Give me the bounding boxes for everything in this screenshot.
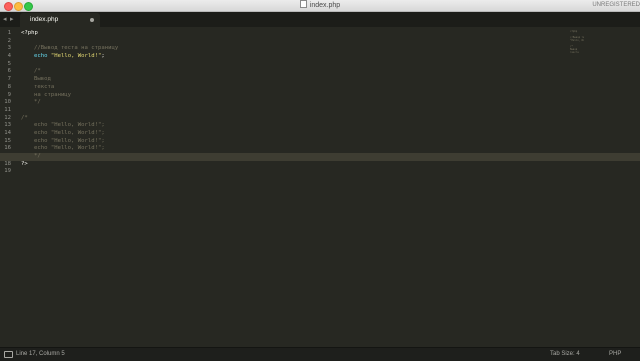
line-number: 3 xyxy=(7,45,11,52)
comment-text: Вывод xyxy=(34,76,51,83)
panel-toggle-icon[interactable] xyxy=(4,351,13,358)
comment-text: /* xyxy=(34,68,41,75)
code-line-14: echo "Hello, World!"; xyxy=(21,130,640,138)
code-line-6: /* xyxy=(21,68,640,76)
line-number: 13 xyxy=(4,122,11,129)
syntax-selector[interactable]: PHP xyxy=(609,348,621,361)
comment-text: */ xyxy=(34,153,41,159)
title-bar: index.php UNREGISTERED xyxy=(0,0,640,12)
line-number: 15 xyxy=(4,137,11,144)
comment-text: echo "Hello, World!"; xyxy=(34,129,105,136)
comment-text: echo "Hello, World!"; xyxy=(34,122,105,129)
line-number: 11 xyxy=(4,106,11,113)
code-line-12: /* xyxy=(21,115,640,123)
comment-text: //Вывод теста на страницу xyxy=(34,45,119,52)
php-close-tag: ?> xyxy=(21,160,28,167)
code-editor[interactable]: 1 2 3 4 5 6 7 8 9 10 11 12 13 14 15 16 1… xyxy=(0,27,640,347)
line-number: 4 xyxy=(7,53,11,60)
code-area[interactable]: <?php //Вывод теста на страницу echo "He… xyxy=(0,30,640,176)
comment-text: */ xyxy=(34,99,41,106)
window-title-wrap: index.php xyxy=(0,0,640,11)
comment-text: текста xyxy=(34,83,55,90)
comment-text: echo "Hello, World!"; xyxy=(34,145,105,152)
comment-text: на страницу xyxy=(34,91,72,98)
tab-index-php[interactable]: index.php xyxy=(20,13,100,27)
cursor-position: Line 17, Column 5 xyxy=(16,351,65,357)
line-number: 9 xyxy=(7,91,11,98)
comment-text: /* xyxy=(21,114,28,121)
echo-keyword: echo xyxy=(34,53,48,60)
code-line-3: //Вывод теста на страницу xyxy=(21,45,640,53)
line-number: 6 xyxy=(7,68,11,75)
code-line-4: echo "Hello, World!"; xyxy=(21,53,640,61)
code-line-13: echo "Hello, World!"; xyxy=(21,122,640,130)
line-number: 5 xyxy=(7,60,11,67)
minimap-line: "Hello, World!" xyxy=(570,39,584,42)
dirty-dot-icon[interactable] xyxy=(90,18,94,22)
line-number: 18 xyxy=(4,160,11,167)
line-number: 16 xyxy=(4,145,11,152)
tab-size-selector[interactable]: Tab Size: 4 xyxy=(550,348,580,361)
unregistered-label: UNREGISTERED xyxy=(592,2,640,8)
code-line-7: Вывод xyxy=(21,76,640,84)
code-line-9: на страницу xyxy=(21,92,640,100)
php-open-tag: <?php xyxy=(21,30,38,36)
code-line-17-current: */ xyxy=(0,153,640,161)
tab-label: index.php xyxy=(30,16,59,23)
tab-bar: ◂ ▸ index.php xyxy=(0,12,640,27)
document-icon xyxy=(299,0,307,8)
line-number: 1 xyxy=(7,30,11,36)
line-number: 8 xyxy=(7,83,11,90)
code-line-8: текста xyxy=(21,84,640,92)
line-number: 7 xyxy=(7,76,11,83)
semicolon: ; xyxy=(101,53,105,60)
code-line-10: */ xyxy=(21,99,640,107)
line-number: 19 xyxy=(4,168,11,175)
line-number: 14 xyxy=(4,129,11,136)
code-line-15: echo "Hello, World!"; xyxy=(21,138,640,146)
line-number: 2 xyxy=(7,37,11,44)
code-line-16: echo "Hello, World!"; xyxy=(21,145,640,153)
minimap-line: текста xyxy=(570,51,579,54)
minimap[interactable]: <?php //Вывод теста на страницу "Hello, … xyxy=(570,30,584,54)
string-literal: "Hello, World!" xyxy=(50,53,102,60)
window-title: index.php xyxy=(309,2,341,9)
comment-text: echo "Hello, World!"; xyxy=(34,137,105,144)
code-line-18: ?> xyxy=(21,161,640,169)
line-number: 10 xyxy=(4,99,11,106)
code-line-1: <?php xyxy=(21,30,640,38)
tab-scroll-right-icon[interactable]: ▸ xyxy=(10,14,14,25)
status-bar: Line 17, Column 5 Tab Size: 4 PHP xyxy=(0,347,640,361)
tab-scroll-left-icon[interactable]: ◂ xyxy=(3,14,7,25)
line-number: 12 xyxy=(4,114,11,121)
